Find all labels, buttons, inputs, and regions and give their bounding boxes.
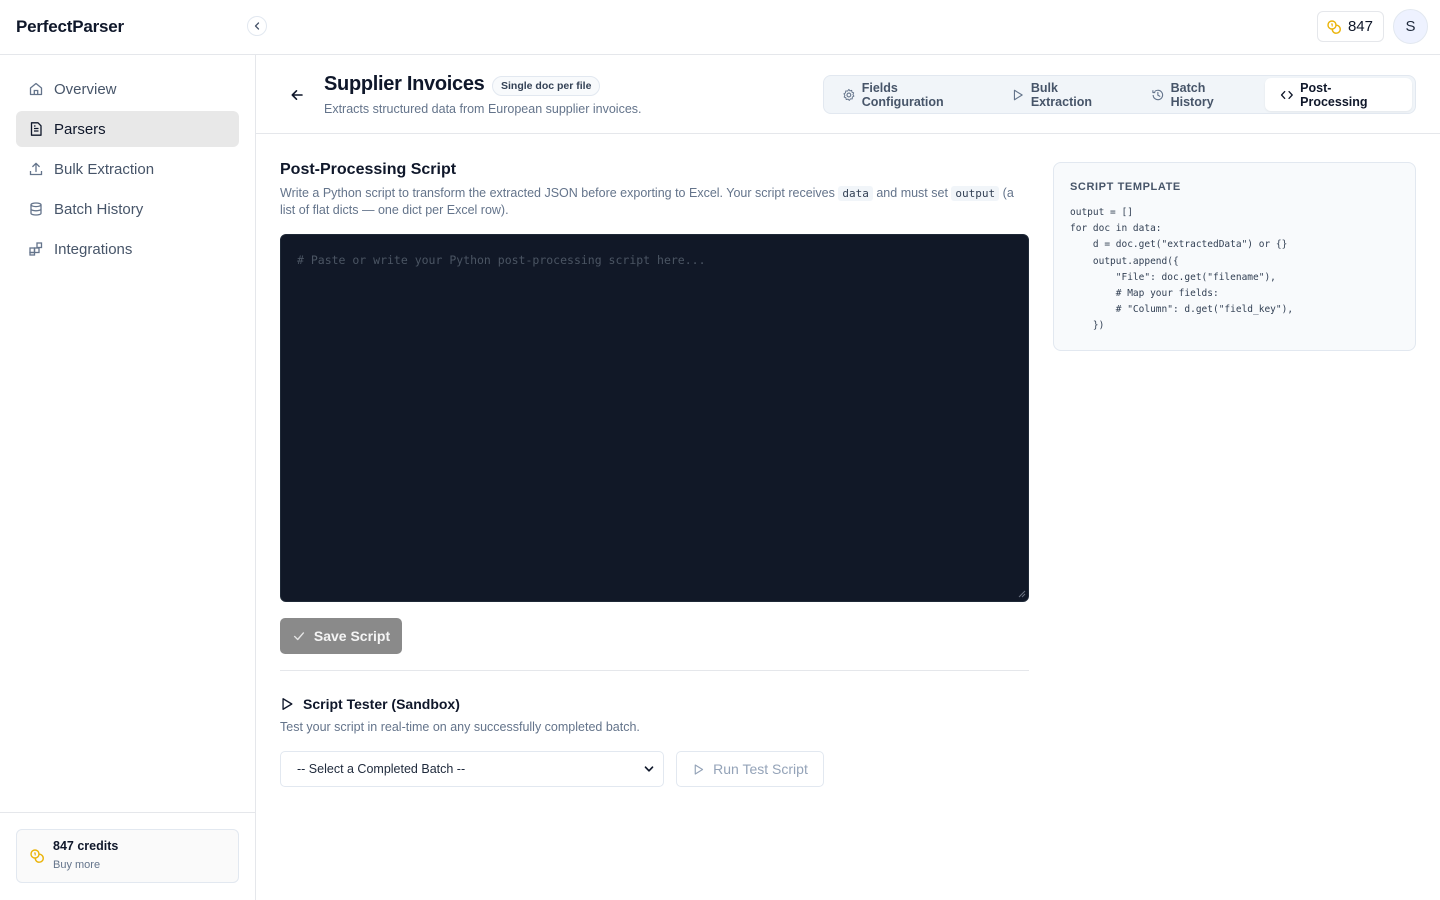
credits-card-title: 847 credits (53, 839, 119, 853)
top-bar: PerfectParser 847 S (0, 0, 1440, 55)
sidebar-item-batch-history[interactable]: Batch History (16, 191, 239, 227)
tab-batch-history[interactable]: Batch History (1136, 78, 1266, 111)
template-heading: SCRIPT TEMPLATE (1070, 181, 1181, 193)
tab-bulk-extraction[interactable]: Bulk Extraction (996, 78, 1136, 111)
gear-icon (843, 88, 855, 101)
code-line: }) (1070, 320, 1105, 332)
user-avatar[interactable]: S (1393, 9, 1428, 44)
sidebar-item-integrations[interactable]: Integrations (16, 231, 239, 267)
sidebar-item-label: Integrations (54, 240, 133, 258)
code-line: output = [] (1070, 207, 1133, 218)
home-icon (29, 82, 43, 96)
app-brand[interactable]: PerfectParser (16, 17, 124, 37)
sidebar-item-label: Bulk Extraction (54, 160, 155, 178)
section-title: Post-Processing Script (280, 161, 457, 178)
blocks-icon (29, 242, 43, 256)
desc-text: and must set (876, 186, 948, 200)
chevron-left-icon (254, 22, 260, 30)
history-icon (1152, 89, 1163, 100)
upload-icon (29, 162, 43, 176)
tab-label: Bulk Extraction (1030, 80, 1092, 109)
sidebar: Overview Parsers Bulk Extraction Batch H… (0, 55, 256, 900)
page-title: Supplier Invoices (324, 73, 485, 95)
desc-code-data: data (838, 186, 873, 201)
sidebar-footer: 847 credits Buy more (0, 812, 255, 900)
run-test-script-label: Run Test Script (713, 761, 808, 777)
code-line: output.append({ (1070, 255, 1179, 267)
page-header: Supplier Invoices Single doc per file Ex… (256, 55, 1440, 134)
code-icon (1281, 90, 1294, 99)
tester-title: Script Tester (Sandbox) (280, 696, 460, 712)
coins-icon (1327, 19, 1341, 34)
sidebar-collapse-button[interactable] (247, 16, 267, 36)
back-button[interactable] (286, 84, 308, 106)
script-template-card: SCRIPT TEMPLATE output = [] for doc in d… (1053, 162, 1416, 351)
play-icon (694, 763, 704, 775)
save-script-label: Save Script (313, 628, 391, 644)
code-line: "File": doc.get("filename"), (1070, 271, 1276, 283)
credits-chip[interactable]: 847 (1316, 11, 1384, 42)
sidebar-item-label: Batch History (54, 200, 144, 218)
code-line: d = doc.get("extractedData") or {} (1070, 239, 1288, 251)
database-icon (30, 202, 42, 216)
chevron-down-icon (644, 766, 654, 772)
check-icon (293, 632, 304, 641)
code-line: # "Column": d.get("field_key"), (1070, 304, 1294, 316)
file-text-icon (30, 122, 42, 136)
template-code: output = [] for doc in data: d = doc.get… (1070, 205, 1293, 335)
script-editor[interactable] (280, 234, 1029, 602)
section-divider (280, 670, 1029, 671)
tab-fields-configuration[interactable]: Fields Configuration (827, 78, 996, 111)
buy-more-link[interactable]: Buy more (53, 859, 100, 871)
coins-icon (30, 849, 44, 863)
play-icon (282, 698, 293, 710)
arrow-left-icon (291, 90, 303, 100)
tab-post-processing[interactable]: Post-Processing (1265, 78, 1412, 111)
batch-select[interactable]: -- Select a Completed Batch -- (280, 751, 664, 787)
tester-title-text: Script Tester (Sandbox) (303, 696, 460, 712)
parser-tabs: Fields Configuration Bulk Extraction Bat… (823, 75, 1416, 114)
section-description: Write a Python script to transform the e… (280, 185, 1030, 218)
sidebar-item-bulk-extraction[interactable]: Bulk Extraction (16, 151, 239, 187)
code-line: for doc in data: (1070, 223, 1162, 235)
sidebar-item-parsers[interactable]: Parsers (16, 111, 239, 147)
resize-grip-icon[interactable] (1018, 590, 1026, 598)
sidebar-item-label: Overview (54, 80, 117, 98)
save-script-button[interactable]: Save Script (280, 618, 402, 654)
tester-description: Test your script in real-time on any suc… (280, 720, 640, 734)
sidebar-nav: Overview Parsers Bulk Extraction Batch H… (16, 71, 239, 271)
code-line: # Map your fields: (1070, 288, 1219, 300)
sidebar-item-label: Parsers (54, 120, 106, 138)
credits-count: 847 (1347, 18, 1373, 35)
credits-card[interactable]: 847 credits Buy more (16, 829, 239, 883)
desc-code-output: output (951, 186, 1000, 201)
mode-badge: Single doc per file (492, 76, 601, 96)
sidebar-item-overview[interactable]: Overview (16, 71, 239, 107)
tab-label: Fields Configuration (861, 80, 944, 109)
batch-select-value: -- Select a Completed Batch -- (297, 762, 466, 776)
tab-label: Post-Processing (1300, 80, 1368, 109)
desc-text: Write a Python script to transform the e… (280, 186, 835, 200)
play-icon (1013, 89, 1023, 100)
tab-label: Batch History (1170, 80, 1214, 109)
page-subtitle: Extracts structured data from European s… (324, 102, 642, 116)
run-test-script-button[interactable]: Run Test Script (676, 751, 824, 787)
